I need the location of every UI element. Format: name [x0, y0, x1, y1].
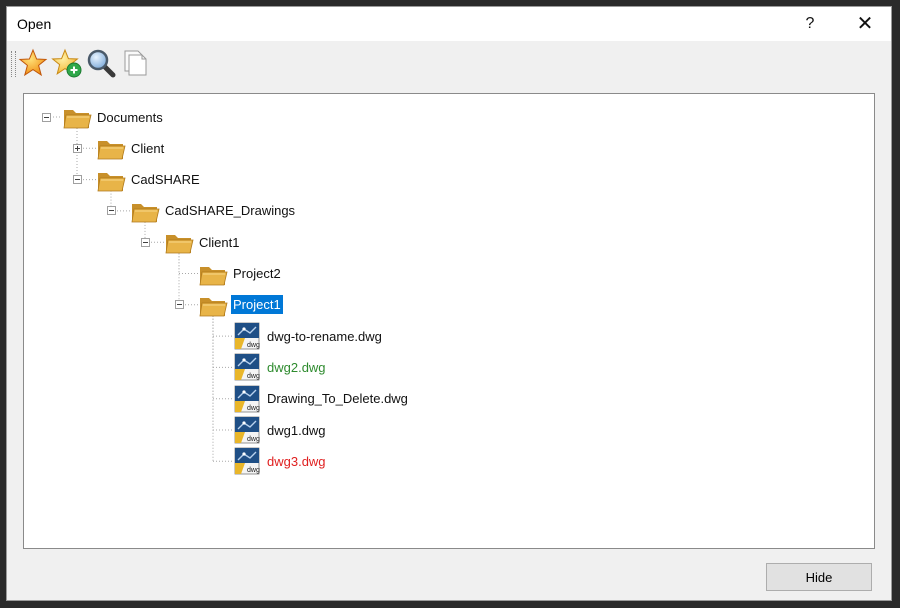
tree-node-label: dwg3.dwg: [267, 453, 326, 469]
tree-node-label: dwg2.dwg: [267, 359, 326, 375]
close-button[interactable]: ✕: [845, 7, 885, 41]
title-bar: Open ? ✕: [7, 7, 891, 41]
tree-file-node[interactable]: dwg dwg1.dwg: [232, 415, 328, 445]
folder-icon: [198, 290, 228, 320]
toolbar-grip[interactable]: [11, 51, 16, 77]
svg-text:dwg: dwg: [247, 436, 260, 443]
hide-button[interactable]: Hide: [766, 563, 872, 591]
tree-folder-node[interactable]: CadSHARE_Drawings: [130, 196, 297, 226]
svg-text:dwg: dwg: [247, 405, 260, 412]
dwg-file-icon: dwg: [232, 352, 262, 382]
tree-file-node[interactable]: dwg dwg2.dwg: [232, 352, 328, 382]
tree-file-node[interactable]: dwg dwg-to-rename.dwg: [232, 321, 384, 351]
copy-pages-icon: [124, 50, 147, 76]
tree-file-node[interactable]: dwg Drawing_To_Delete.dwg: [232, 384, 410, 414]
help-button[interactable]: ?: [793, 7, 827, 41]
folder-tree[interactable]: Documents Client CadSHARE CadSHARE_Drawings…: [23, 93, 875, 549]
tree-file-node[interactable]: dwg dwg3.dwg: [232, 446, 328, 476]
favorites-button[interactable]: [17, 47, 49, 79]
open-dialog: Open ? ✕ Documents Client CadSHARE CadSH…: [6, 6, 892, 601]
folder-icon: [96, 133, 126, 163]
tree-node-label: Project1: [231, 295, 283, 315]
tree-folder-node[interactable]: Client1: [164, 227, 241, 257]
expand-toggle[interactable]: [72, 143, 82, 153]
collapse-toggle[interactable]: [41, 112, 51, 122]
tree-folder-node[interactable]: CadSHARE: [96, 165, 202, 195]
tree-folder-node[interactable]: Project2: [198, 259, 283, 289]
dwg-file-icon: dwg: [232, 321, 262, 351]
add-favorite-button[interactable]: [51, 47, 83, 79]
folder-icon: [130, 196, 160, 226]
tree-node-label: Client: [131, 140, 165, 156]
tree-folder-node[interactable]: Documents: [62, 102, 165, 132]
tree-node-label: dwg-to-rename.dwg: [267, 328, 382, 344]
collapse-toggle[interactable]: [140, 237, 150, 247]
dialog-title: Open: [17, 16, 52, 32]
star-icon: [18, 48, 48, 77]
toolbar: [7, 41, 891, 87]
svg-text:dwg: dwg: [247, 342, 260, 349]
tree-node-label: Client1: [199, 234, 240, 250]
tree-node-label: Documents: [97, 109, 163, 125]
tree-folder-node[interactable]: Client: [96, 133, 166, 163]
folder-icon: [96, 165, 126, 195]
search-button[interactable]: [85, 47, 117, 79]
dwg-file-icon: dwg: [232, 446, 262, 476]
dwg-file-icon: dwg: [232, 384, 262, 414]
tree-node-label: dwg1.dwg: [267, 422, 326, 438]
folder-icon: [62, 102, 92, 132]
collapse-toggle[interactable]: [174, 300, 184, 310]
svg-text:dwg: dwg: [247, 467, 260, 474]
tree-node-label: CadSHARE: [131, 172, 200, 188]
magnifier-icon: [87, 49, 116, 78]
tree-folder-node[interactable]: Project1: [198, 290, 283, 320]
folder-icon: [198, 259, 228, 289]
svg-text:dwg: dwg: [247, 373, 260, 380]
collapse-toggle[interactable]: [72, 175, 82, 185]
copy-button[interactable]: [119, 47, 151, 79]
tree-node-label: Drawing_To_Delete.dwg: [267, 391, 408, 407]
star-add-icon: [51, 48, 82, 78]
tree-node-label: CadSHARE_Drawings: [165, 203, 296, 219]
dwg-file-icon: dwg: [232, 415, 262, 445]
tree-node-label: Project2: [233, 266, 281, 281]
collapse-toggle[interactable]: [106, 206, 116, 216]
folder-icon: [164, 227, 194, 257]
